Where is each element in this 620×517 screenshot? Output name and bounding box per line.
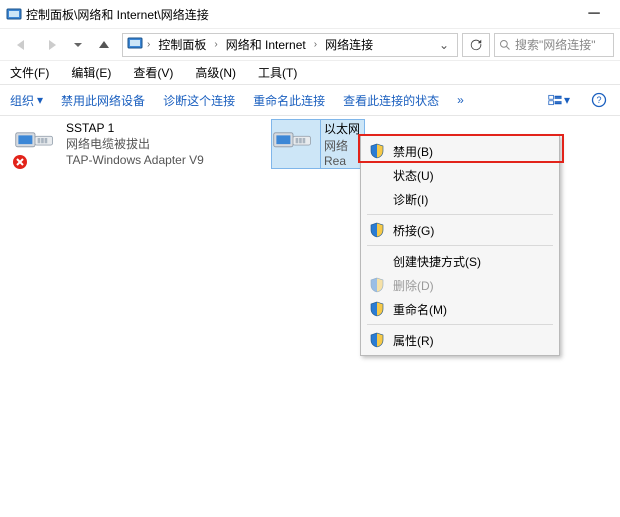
cmd-diagnose[interactable]: 诊断这个连接 <box>163 92 235 109</box>
shield-icon <box>369 332 385 348</box>
chevron-right-icon[interactable]: › <box>312 39 319 50</box>
unplugged-badge-icon <box>12 154 28 170</box>
shield-icon <box>369 143 385 159</box>
shield-icon <box>369 301 385 317</box>
cmd-view-status[interactable]: 查看此连接的状态 <box>343 92 439 109</box>
svg-text:?: ? <box>596 95 601 105</box>
back-button[interactable] <box>6 33 34 57</box>
cmd-disable-device[interactable]: 禁用此网络设备 <box>61 92 145 109</box>
network-adapter-icon <box>14 120 62 168</box>
menu-view[interactable]: 查看(V) <box>129 62 177 83</box>
breadcrumb-network-connections[interactable]: 网络连接 <box>321 34 377 55</box>
ctx-status[interactable]: 状态(U) <box>363 163 557 187</box>
adapter-status: 网络 <box>324 137 360 154</box>
title-bar: 控制面板\网络和 Internet\网络连接 ─ <box>0 0 620 28</box>
address-bar[interactable]: › 控制面板 › 网络和 Internet › 网络连接 ⌄ <box>122 33 458 57</box>
menu-advanced[interactable]: 高级(N) <box>191 62 240 83</box>
cmd-rename[interactable]: 重命名此连接 <box>253 92 325 109</box>
address-dropdown-button[interactable]: ⌄ <box>435 38 453 52</box>
separator <box>367 214 553 215</box>
breadcrumb-network-internet[interactable]: 网络和 Internet <box>222 34 310 55</box>
network-adapter-icon <box>272 120 320 168</box>
ctx-diagnose[interactable]: 诊断(I) <box>363 187 557 211</box>
nav-bar: › 控制面板 › 网络和 Internet › 网络连接 ⌄ 搜索"网络连接" <box>0 28 620 60</box>
ctx-create-shortcut[interactable]: 创建快捷方式(S) <box>363 249 557 273</box>
adapter-name: 以太网 <box>324 120 360 137</box>
ctx-disable[interactable]: 禁用(B) <box>363 139 557 163</box>
adapter-name: SSTAP 1 <box>66 120 204 136</box>
chevron-down-icon: ▾ <box>37 93 43 107</box>
adapter-status: 网络电缆被拔出 <box>66 136 204 152</box>
minimize-button[interactable]: ─ <box>574 5 614 23</box>
help-button[interactable]: ? <box>588 91 610 109</box>
search-box[interactable]: 搜索"网络连接" <box>494 33 614 57</box>
adapter-device: Rea <box>324 154 360 168</box>
command-bar: 组织 ▾ 禁用此网络设备 诊断这个连接 重命名此连接 查看此连接的状态 » ▾ … <box>0 84 620 116</box>
menu-bar: 文件(F) 编辑(E) 查看(V) 高级(N) 工具(T) <box>0 60 620 84</box>
shield-icon <box>369 277 385 293</box>
forward-button[interactable] <box>38 33 66 57</box>
up-button[interactable] <box>90 33 118 57</box>
search-placeholder: 搜索"网络连接" <box>515 36 596 53</box>
organize-button[interactable]: 组织 ▾ <box>10 92 43 109</box>
chevron-right-icon[interactable]: › <box>145 39 152 50</box>
adapter-device: TAP-Windows Adapter V9 <box>66 152 204 168</box>
recent-locations-button[interactable] <box>70 33 86 57</box>
menu-file[interactable]: 文件(F) <box>6 62 53 83</box>
search-icon <box>499 39 511 51</box>
menu-edit[interactable]: 编辑(E) <box>67 62 115 83</box>
ctx-properties[interactable]: 属性(R) <box>363 328 557 352</box>
separator <box>367 245 553 246</box>
address-icon <box>127 35 143 54</box>
view-options-button[interactable]: ▾ <box>548 91 570 109</box>
separator <box>367 324 553 325</box>
breadcrumb-control-panel[interactable]: 控制面板 <box>154 34 210 55</box>
ctx-bridge[interactable]: 桥接(G) <box>363 218 557 242</box>
ctx-delete: 删除(D) <box>363 273 557 297</box>
chevron-right-icon[interactable]: › <box>212 39 219 50</box>
menu-tools[interactable]: 工具(T) <box>254 62 301 83</box>
window-title: 控制面板\网络和 Internet\网络连接 <box>26 6 574 23</box>
refresh-button[interactable] <box>462 33 490 57</box>
control-panel-icon <box>6 6 22 22</box>
adapter-sstap[interactable]: SSTAP 1 网络电缆被拔出 TAP-Windows Adapter V9 <box>14 120 254 168</box>
ctx-rename[interactable]: 重命名(M) <box>363 297 557 321</box>
context-menu: 禁用(B) 状态(U) 诊断(I) 桥接(G) 创建快捷方式(S) 删除(D) … <box>360 135 560 356</box>
shield-icon <box>369 222 385 238</box>
cmd-overflow[interactable]: » <box>457 93 464 107</box>
